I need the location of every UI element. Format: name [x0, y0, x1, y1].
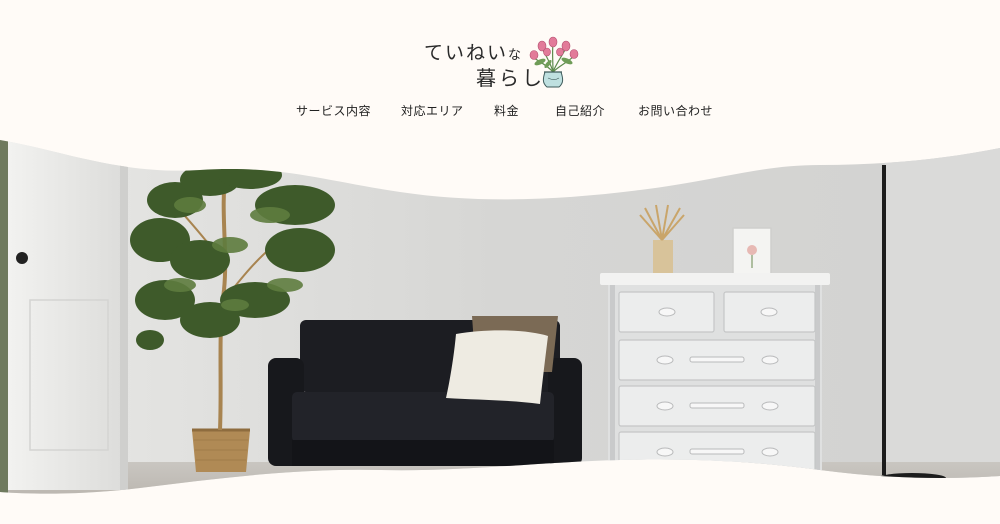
nav-item-about[interactable]: 自己紹介	[555, 102, 605, 119]
logo-text-line1: ていねいな	[424, 42, 522, 64]
nav-item-pricing[interactable]: 料金	[494, 102, 519, 119]
nav-item-services[interactable]: サービス内容	[296, 102, 371, 119]
site-logo[interactable]: ていねいな 暮らし	[420, 34, 580, 92]
site-header: ていねいな 暮らし サービス内容 対応エリア 料金 自己紹介 お問い合わせ	[0, 0, 1000, 150]
tulip-vase-icon	[529, 36, 579, 88]
nav-item-contact[interactable]: お問い合わせ	[638, 102, 713, 119]
main-nav: サービス内容 対応エリア 料金 自己紹介 お問い合わせ	[0, 102, 1000, 122]
nav-item-area[interactable]: 対応エリア	[401, 102, 464, 119]
page: ていねいな 暮らし サービス内容 対応エリア 料金 自己紹介 お問い合わせ	[0, 0, 1000, 524]
